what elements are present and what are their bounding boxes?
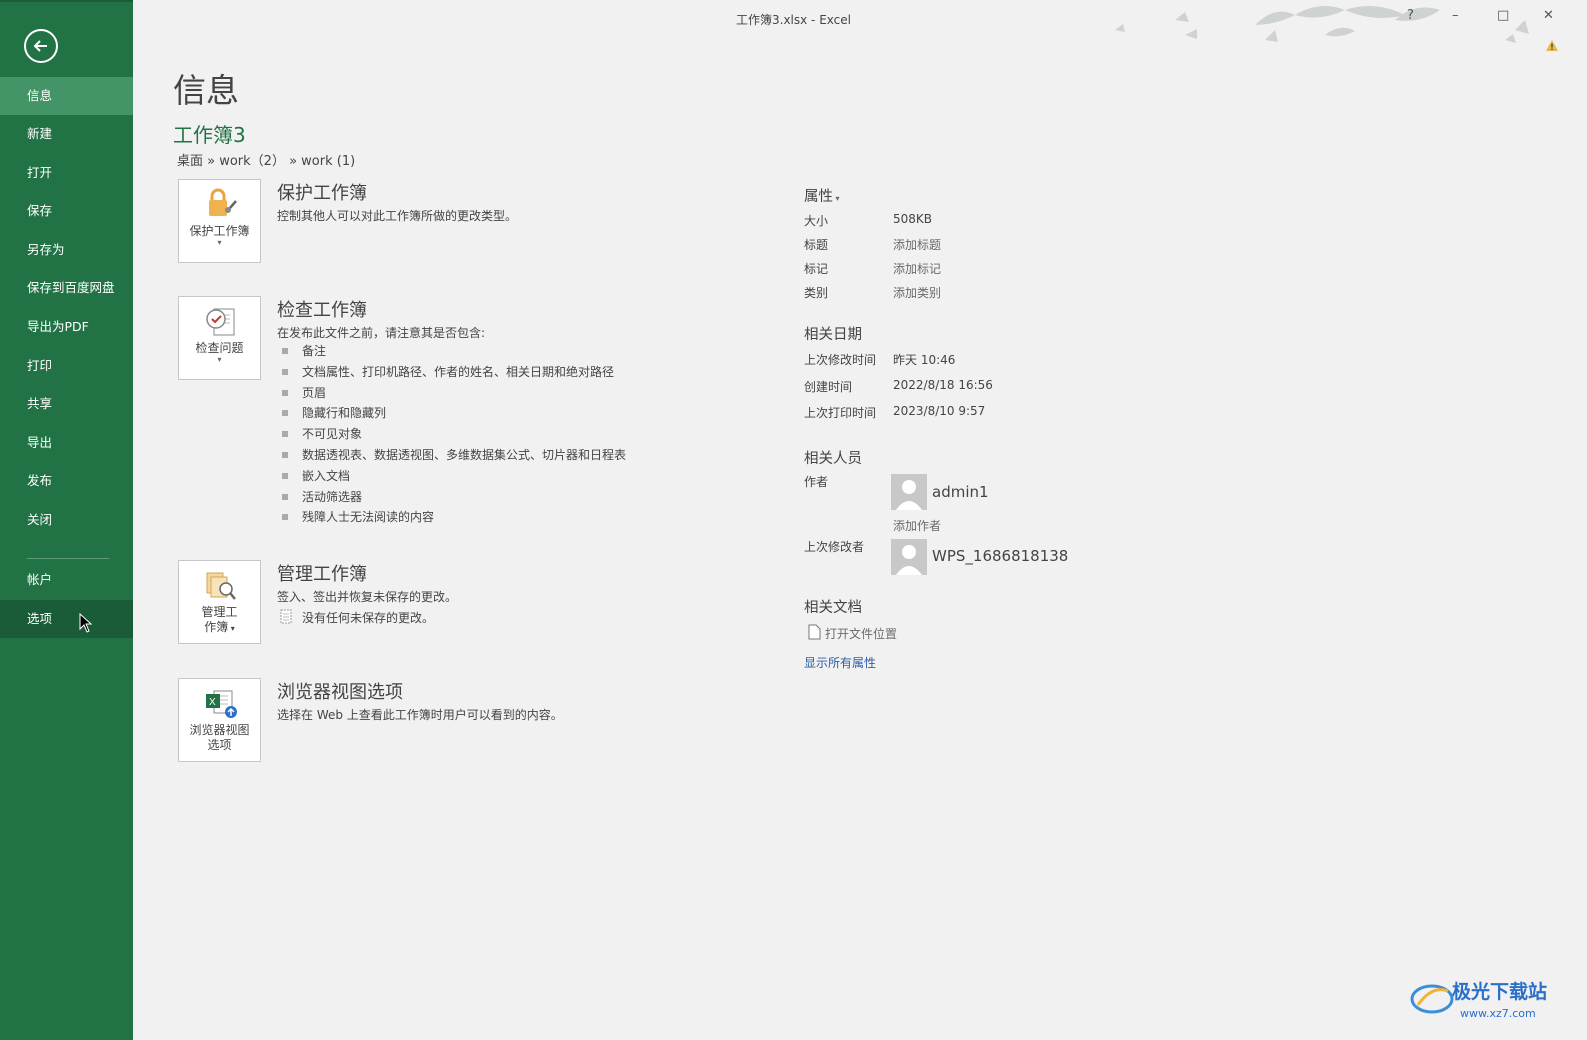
prop-label: 上次打印时间 xyxy=(804,406,877,420)
section-description: 选择在 Web 上查看此工作簿时用户可以看到的内容。 xyxy=(277,708,563,722)
list-item: 页眉 xyxy=(282,385,626,406)
show-all-properties-link[interactable]: 显示所有属性 xyxy=(804,654,876,671)
warning-icon[interactable] xyxy=(1545,39,1559,52)
section-description: 在发布此文件之前，请注意其是否包含: xyxy=(277,326,486,340)
document-title: 工作簿3 xyxy=(173,123,246,147)
list-item: 活动筛选器 xyxy=(282,489,626,510)
breadcrumb: 桌面 » work（2） » work (1) xyxy=(177,154,356,169)
back-button[interactable] xyxy=(24,29,58,63)
nav-close[interactable]: 关闭 xyxy=(0,501,133,539)
document-icon xyxy=(280,609,292,624)
tile-label: 保护工作簿 xyxy=(189,224,250,238)
related-documents-heading: 相关文档 xyxy=(804,600,862,616)
nav-share[interactable]: 共享 xyxy=(0,385,133,423)
svg-text:X: X xyxy=(209,697,216,708)
tile-label: 检查问题 xyxy=(195,341,244,355)
help-button[interactable]: ? xyxy=(1407,8,1414,23)
list-item: 备注 xyxy=(282,343,626,364)
inspect-bullet-list: 备注 文档属性、打印机路径、作者的姓名、相关日期和绝对路径 页眉 隐藏行和隐藏列… xyxy=(282,343,626,530)
nav-save-as[interactable]: 另存为 xyxy=(0,231,133,269)
chevron-down-icon: ▾ xyxy=(217,238,222,247)
section-title: 管理工作簿 xyxy=(277,564,367,585)
file-size-value: 508KB xyxy=(893,212,933,226)
nav-save[interactable]: 保存 xyxy=(0,192,133,230)
protect-workbook-button[interactable]: 保护工作簿 ▾ xyxy=(178,179,261,263)
file-icon xyxy=(808,624,821,640)
chevron-down-icon: ▾ xyxy=(217,355,222,364)
avatar[interactable] xyxy=(891,474,927,510)
check-issues-button[interactable]: 检查问题 ▾ xyxy=(178,296,261,380)
open-file-location-link[interactable]: 打开文件位置 xyxy=(825,625,897,642)
prop-label: 上次修改时间 xyxy=(804,353,877,367)
last-modified-by-name[interactable]: WPS_1686818138 xyxy=(932,547,1068,565)
list-item: 嵌入文档 xyxy=(282,468,626,489)
related-dates-heading: 相关日期 xyxy=(804,327,862,343)
tile-label: 管理工 作簿 ▾ xyxy=(201,605,238,634)
prop-label: 大小 xyxy=(804,214,829,228)
section-title: 浏览器视图选项 xyxy=(277,682,403,703)
nav-publish[interactable]: 发布 xyxy=(0,462,133,500)
watermark-text: 极光下载站 xyxy=(1452,980,1547,1003)
arrow-left-icon xyxy=(33,40,47,52)
manage-versions-icon xyxy=(206,572,236,600)
list-item: 数据透视表、数据透视图、多维数据集公式、切片器和日程表 xyxy=(282,447,626,468)
section-description: 签入、签出并恢复未保存的更改。 xyxy=(277,590,458,604)
prop-label: 创建时间 xyxy=(804,380,853,394)
section-title: 保护工作簿 xyxy=(277,183,367,204)
maximize-button[interactable]: □ xyxy=(1497,8,1509,23)
avatar[interactable] xyxy=(891,539,927,575)
list-item: 不可见对象 xyxy=(282,426,626,447)
nav-export-pdf[interactable]: 导出为PDF xyxy=(0,308,133,346)
related-people-heading: 相关人员 xyxy=(804,451,862,467)
prop-label: 上次修改者 xyxy=(804,540,865,554)
lock-key-icon xyxy=(209,188,237,216)
mouse-cursor-icon xyxy=(79,613,93,633)
nav-info[interactable]: 信息 xyxy=(0,77,133,115)
backstage-sidebar: 信息 新建 打开 保存 另存为 保存到百度网盘 导出为PDF 打印 共享 导出 … xyxy=(0,0,133,1040)
nav-export[interactable]: 导出 xyxy=(0,424,133,462)
browser-view-options-button[interactable]: X 浏览器视图 选项 xyxy=(178,678,261,762)
leaf-decoration-icon xyxy=(1115,6,1529,43)
printed-date-value: 2023/8/10 9:57 xyxy=(893,404,986,418)
prop-label: 标题 xyxy=(804,238,829,252)
add-author-field[interactable]: 添加作者 xyxy=(893,517,941,534)
prop-label: 类别 xyxy=(804,286,829,300)
nav-new[interactable]: 新建 xyxy=(0,115,133,153)
manage-workbook-button[interactable]: 管理工 作簿 ▾ xyxy=(178,560,261,644)
tags-field[interactable]: 添加标记 xyxy=(893,260,941,277)
section-description: 控制其他人可以对此工作簿所做的更改类型。 xyxy=(277,209,518,223)
nav-options[interactable]: 选项 xyxy=(0,600,133,638)
close-window-button[interactable]: ✕ xyxy=(1543,8,1554,23)
list-item: 残障人士无法阅读的内容 xyxy=(282,509,626,530)
author-name[interactable]: admin1 xyxy=(932,483,989,501)
prop-label: 标记 xyxy=(804,262,829,276)
list-item: 隐藏行和隐藏列 xyxy=(282,405,626,426)
nav-save-to-baidu[interactable]: 保存到百度网盘 xyxy=(0,269,133,307)
created-date-value: 2022/8/18 16:56 xyxy=(893,378,993,392)
watermark-url: www.xz7.com xyxy=(1460,1007,1536,1020)
inspect-document-icon xyxy=(206,308,235,336)
minimize-button[interactable]: – xyxy=(1452,8,1459,23)
watermark-logo: 极光下载站 www.xz7.com xyxy=(1410,980,1547,1020)
nav-account[interactable]: 帐户 xyxy=(0,561,133,599)
category-field[interactable]: 添加类别 xyxy=(893,284,941,301)
unsaved-changes-note: 没有任何未保存的更改。 xyxy=(302,611,435,625)
nav-open[interactable]: 打开 xyxy=(0,154,133,192)
page-title: 信息 xyxy=(173,71,239,110)
title-field[interactable]: 添加标题 xyxy=(893,236,941,253)
nav-divider xyxy=(27,558,109,559)
nav-print[interactable]: 打印 xyxy=(0,347,133,385)
person-icon xyxy=(896,545,922,575)
person-icon xyxy=(896,480,922,510)
prop-label: 作者 xyxy=(804,475,829,489)
list-item: 文档属性、打印机路径、作者的姓名、相关日期和绝对路径 xyxy=(282,364,626,385)
tile-label: 浏览器视图 选项 xyxy=(189,723,250,752)
modified-date-value: 昨天 10:46 xyxy=(893,353,956,367)
section-title: 检查工作簿 xyxy=(277,300,367,321)
properties-dropdown[interactable]: 属性 ▾ xyxy=(804,185,840,206)
excel-web-icon: X xyxy=(206,690,237,718)
